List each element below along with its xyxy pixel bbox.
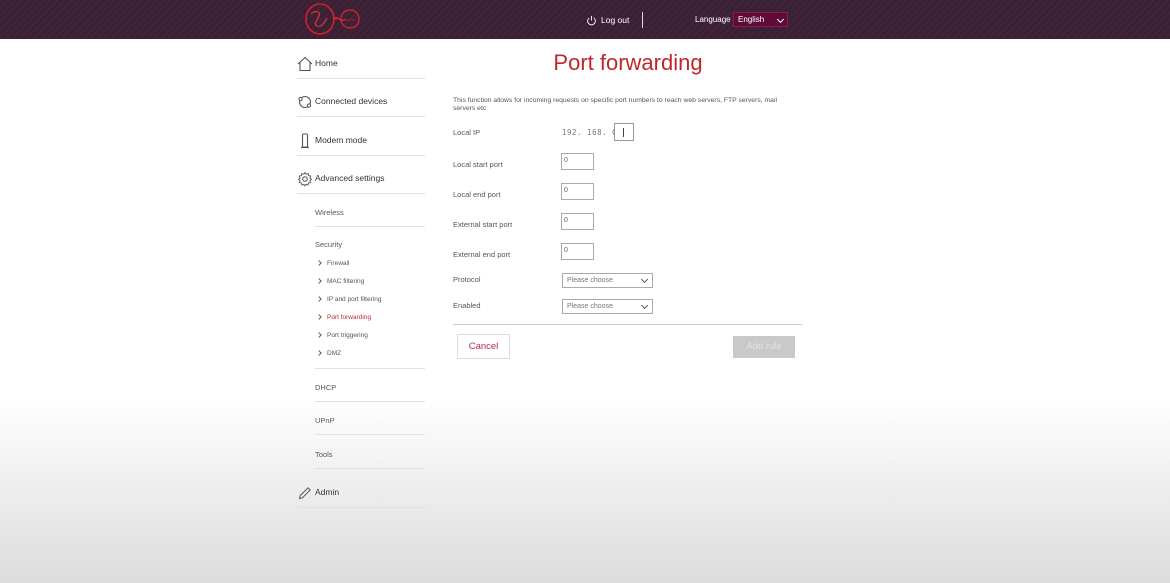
sidebar-link-label: Port forwarding xyxy=(327,313,372,321)
local-ip-label: Local IP xyxy=(453,128,481,137)
chevron-right-icon xyxy=(316,314,322,320)
external-start-port-label: External start port xyxy=(453,220,513,229)
chevron-right-icon xyxy=(316,260,322,266)
modem-icon xyxy=(301,133,309,149)
sidebar-item-modem-mode[interactable]: Modem mode xyxy=(297,125,425,156)
header-divider xyxy=(642,12,643,28)
language-label: Language xyxy=(695,15,731,24)
sidebar-item-label: DHCP xyxy=(315,383,337,392)
protocol-select[interactable]: Please choose xyxy=(562,273,653,288)
enabled-value: Please choose xyxy=(567,303,613,310)
chevron-down-icon xyxy=(640,301,649,310)
sidebar-item-label: Tools xyxy=(315,450,333,459)
sidebar-link-mac-filtering[interactable]: MAC filtering xyxy=(316,275,365,287)
sidebar-item-label: Home xyxy=(315,58,338,68)
sidebar-item-advanced-settings[interactable]: Advanced settings xyxy=(297,163,425,194)
protocol-label: Protocol xyxy=(453,275,481,284)
logout-label: Log out xyxy=(601,15,630,25)
text-cursor xyxy=(623,128,624,137)
language-value: English xyxy=(738,15,765,24)
sidebar-link-label: MAC filtering xyxy=(327,277,365,285)
sidebar-item-wireless[interactable]: Wireless xyxy=(315,198,425,227)
external-end-port-label: External end port xyxy=(453,250,511,259)
sidebar-item-label: Modem mode xyxy=(315,135,367,145)
connected-devices-icon xyxy=(298,95,312,109)
chevron-right-icon xyxy=(316,332,322,338)
sidebar-item-label: Advanced settings xyxy=(315,173,385,183)
sidebar-item-label: Admin xyxy=(315,487,340,497)
protocol-value: Please choose xyxy=(567,277,613,284)
external-end-port-input[interactable]: 0 xyxy=(561,243,594,260)
sidebar-item-dhcp[interactable]: DHCP xyxy=(315,373,425,402)
virgin-media-logo[interactable]: media xyxy=(303,2,361,36)
sidebar-link-label: Firewall xyxy=(327,259,350,267)
sidebar-item-tools[interactable]: Tools xyxy=(315,440,425,469)
logout-button[interactable]: Log out xyxy=(586,12,629,28)
chevron-down-icon xyxy=(776,15,785,24)
home-icon xyxy=(297,56,313,72)
sidebar-link-label: DMZ xyxy=(327,349,342,357)
cancel-button[interactable]: Cancel xyxy=(457,334,510,359)
sidebar-link-port-forwarding[interactable]: Port forwarding xyxy=(316,311,372,323)
sidebar-item-upnp[interactable]: UPnP xyxy=(315,406,425,435)
sidebar-section-security[interactable]: Security xyxy=(315,240,342,249)
sidebar-item-home[interactable]: Home xyxy=(297,48,425,79)
gear-icon xyxy=(297,171,313,187)
external-start-port-input[interactable]: 0 xyxy=(561,213,594,230)
sidebar-link-ip-port-filtering[interactable]: IP and port filtering xyxy=(316,293,382,305)
local-start-port-label: Local start port xyxy=(453,160,503,169)
sidebar-item-label: UPnP xyxy=(315,416,335,425)
sidebar-link-label: IP and port filtering xyxy=(327,295,382,303)
page-description: This function allows for incoming reques… xyxy=(453,97,777,112)
top-bar: media Log out Language English xyxy=(0,0,1170,39)
sidebar-item-label: Wireless xyxy=(315,208,344,217)
sidebar-link-port-triggering[interactable]: Port triggering xyxy=(316,329,368,341)
chevron-down-icon xyxy=(640,275,649,284)
svg-text:media: media xyxy=(344,17,356,22)
local-end-port-label: Local end port xyxy=(453,190,501,199)
add-rule-button[interactable]: Add rule xyxy=(733,336,795,358)
chevron-right-icon xyxy=(316,278,322,284)
sidebar-link-label: Port triggering xyxy=(327,331,368,339)
local-start-port-input[interactable]: 0 xyxy=(561,153,594,170)
chevron-right-icon xyxy=(316,296,322,302)
sidebar-link-dmz[interactable]: DMZ xyxy=(316,347,342,359)
sidebar-item-label: Connected devices xyxy=(315,96,388,106)
local-ip-last-octet-input[interactable] xyxy=(614,123,634,141)
sidebar-link-firewall[interactable]: Firewall xyxy=(316,257,350,269)
divider xyxy=(315,368,425,369)
sidebar-item-admin[interactable]: Admin xyxy=(297,477,425,508)
language-select[interactable]: English xyxy=(733,12,788,27)
chevron-right-icon xyxy=(316,350,322,356)
power-icon xyxy=(587,15,596,25)
sidebar-item-connected-devices[interactable]: Connected devices xyxy=(297,86,425,117)
page-title: Port forwarding xyxy=(553,50,703,75)
enabled-label: Enabled xyxy=(453,301,481,310)
local-end-port-input[interactable]: 0 xyxy=(561,183,594,200)
form-divider xyxy=(453,324,802,325)
enabled-select[interactable]: Please choose xyxy=(562,299,653,314)
pencil-icon xyxy=(298,487,311,500)
